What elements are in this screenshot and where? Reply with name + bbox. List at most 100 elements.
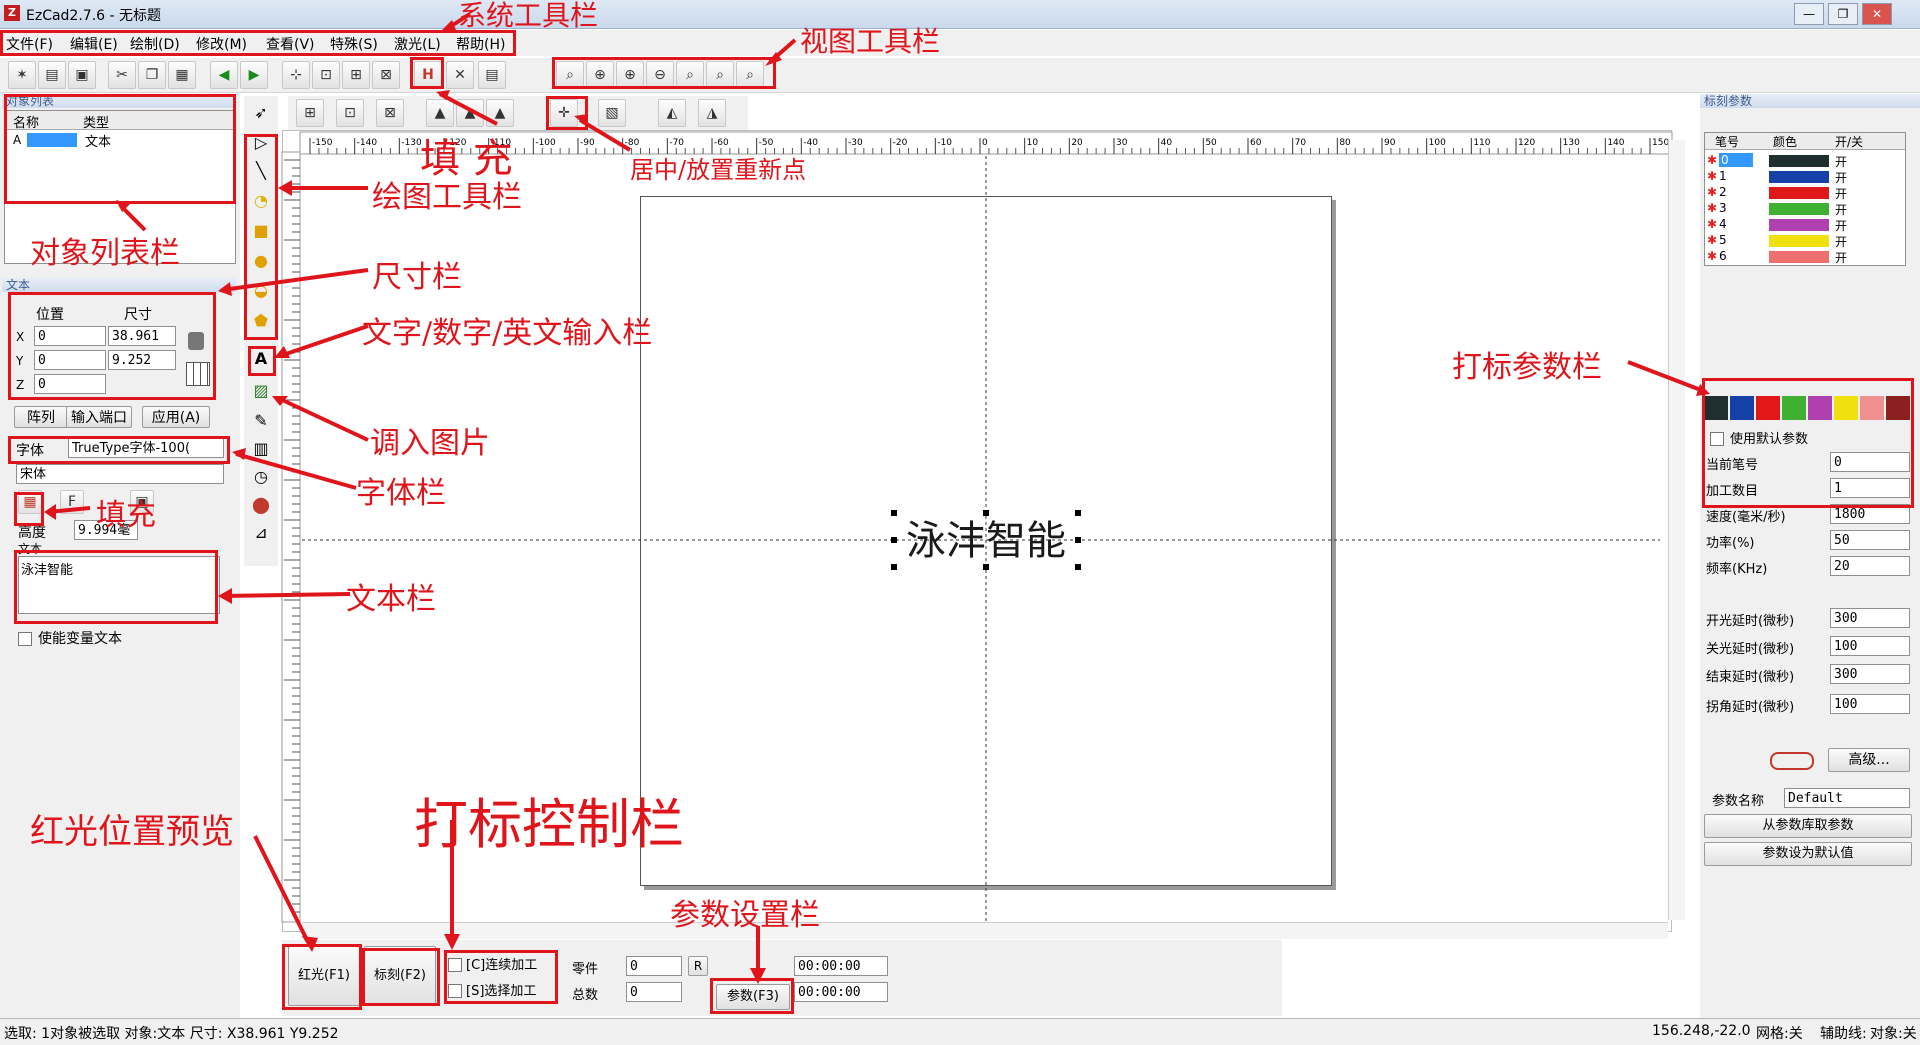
on-delay-field[interactable]: 300 bbox=[1830, 608, 1910, 628]
advanced-button[interactable]: 高级... bbox=[1828, 748, 1910, 772]
pen-number: 6 bbox=[1719, 249, 1727, 263]
mark-params-header: 标刻参数 bbox=[1700, 94, 1920, 108]
ann-box-font bbox=[8, 436, 230, 464]
copy-icon[interactable]: ❐ bbox=[138, 61, 166, 89]
total-field[interactable]: 0 bbox=[626, 982, 682, 1002]
status-bar: 选取: 1对象被选取 对象:文本 尺寸: X38.961 Y9.252 156.… bbox=[0, 1018, 1920, 1045]
pen-star-icon: ✱ bbox=[1707, 249, 1718, 263]
lock2-icon[interactable]: ▲ bbox=[456, 99, 484, 127]
pen-color bbox=[1769, 171, 1829, 183]
pen-row[interactable]: ✱ 1 开 bbox=[1705, 169, 1905, 185]
combine-icon[interactable]: ⊠ bbox=[376, 99, 404, 127]
ann-text-bar: 文本栏 bbox=[346, 582, 436, 617]
set-default-button[interactable]: 参数设为默认值 bbox=[1704, 842, 1912, 866]
pen-star-icon: ✱ bbox=[1707, 217, 1718, 231]
barcode-icon[interactable]: ▥ bbox=[248, 436, 274, 462]
select3-icon[interactable]: ⊞ bbox=[342, 61, 370, 89]
save-icon[interactable]: ▣ bbox=[68, 61, 96, 89]
new-icon[interactable]: ✶ bbox=[8, 61, 36, 89]
close-button[interactable]: ✕ bbox=[1862, 3, 1892, 25]
array-button[interactable]: 阵列 bbox=[14, 406, 68, 428]
pen-row[interactable]: ✱ 5 开 bbox=[1705, 233, 1905, 249]
system-toolbar: ✶ ▤ ▣ ✂ ❐ ▦ ◀ ▶ ⊹ ⊡ ⊞ ⊠ H ✕ ▤ ⌕ ⊕ ⊕ ⊖ ⌕ … bbox=[0, 58, 1920, 93]
timer-icon[interactable]: ◷ bbox=[248, 464, 274, 490]
pen-list[interactable]: 笔号 颜色 开/关 ✱ 0 开 ✱ 1 开 ✱ 2 开 ✱ 3 开 ✱ 4 开 ✱ 5 开 ✱ 6 开 bbox=[1704, 132, 1906, 266]
power-field[interactable]: 50 bbox=[1830, 530, 1910, 550]
pen-row[interactable]: ✱ 6 开 bbox=[1705, 249, 1905, 265]
pen-row[interactable]: ✱ 4 开 bbox=[1705, 217, 1905, 233]
table-icon[interactable]: ▤ bbox=[478, 61, 506, 89]
ann-box-mark bbox=[362, 948, 440, 1006]
pen-color bbox=[1769, 219, 1829, 231]
cut-icon[interactable]: ✂ bbox=[108, 61, 136, 89]
vector-icon[interactable]: ✎ bbox=[248, 408, 274, 434]
pointer-icon[interactable]: ➶ bbox=[248, 100, 274, 126]
total-label: 总数 bbox=[572, 988, 599, 1003]
lock3-icon[interactable]: ▲ bbox=[486, 99, 514, 127]
speed-label: 速度(毫米/秒) bbox=[1706, 510, 1786, 525]
minimize-button[interactable]: — bbox=[1794, 3, 1824, 25]
ann-box-objlist bbox=[4, 94, 236, 204]
from-lib-button[interactable]: 从参数库取参数 bbox=[1704, 814, 1912, 838]
pen-row[interactable]: ✱ 3 开 bbox=[1705, 201, 1905, 217]
vertical-scrollbar[interactable] bbox=[1668, 140, 1685, 920]
pen-color bbox=[1769, 187, 1829, 199]
ann-obj-list: 对象列表栏 bbox=[30, 236, 180, 271]
font-family-select[interactable]: 宋体 bbox=[16, 464, 224, 484]
mirror-h-icon[interactable]: ◭ bbox=[658, 99, 686, 127]
redo-icon[interactable]: ▶ bbox=[240, 61, 268, 89]
time1-field: 00:00:00 bbox=[794, 956, 888, 976]
ann-font-bar: 字体栏 bbox=[356, 476, 446, 511]
horizontal-scrollbar[interactable] bbox=[302, 922, 1668, 939]
pen-star-icon: ✱ bbox=[1707, 201, 1718, 215]
corner-delay-field[interactable]: 100 bbox=[1830, 694, 1910, 714]
io-icon[interactable]: ⬤ bbox=[248, 492, 274, 518]
image-icon[interactable]: ▨ bbox=[248, 378, 274, 404]
ann-center: 居中/放置重新点 bbox=[630, 156, 807, 184]
pen-row[interactable]: ✱ 0 开 bbox=[1705, 153, 1905, 169]
ann-sys-toolbar: 系统工具栏 bbox=[458, 0, 599, 32]
pen-row[interactable]: ✱ 2 开 bbox=[1705, 185, 1905, 201]
canvas-text-object[interactable]: 泳沣智能 bbox=[894, 514, 1078, 568]
col-color: 颜色 bbox=[1773, 135, 1798, 149]
part-field[interactable]: 0 bbox=[626, 956, 682, 976]
ann-box-checks bbox=[444, 950, 558, 1004]
lock-icon[interactable]: ▲ bbox=[426, 99, 454, 127]
reset-button[interactable]: R bbox=[688, 956, 708, 976]
maximize-button[interactable]: ❐ bbox=[1828, 3, 1858, 25]
ungroup-icon[interactable]: ⊡ bbox=[336, 99, 364, 127]
corner-delay-label: 拐角延时(微秒) bbox=[1706, 700, 1795, 715]
off-delay-field[interactable]: 100 bbox=[1830, 636, 1910, 656]
pen-onoff: 开 bbox=[1835, 251, 1848, 265]
apply-button[interactable]: 应用(A) bbox=[142, 406, 210, 428]
ann-box-fill bbox=[14, 492, 44, 526]
part-label: 零件 bbox=[572, 962, 599, 977]
undo-icon[interactable]: ◀ bbox=[210, 61, 238, 89]
group-icon[interactable]: ⊞ bbox=[296, 99, 324, 127]
var-text-checkbox[interactable] bbox=[18, 632, 32, 646]
ann-import-img: 调入图片 bbox=[370, 426, 490, 461]
window-title: EzCad2.7.6 - 无标题 bbox=[26, 8, 162, 24]
output-icon[interactable]: ⊿ bbox=[248, 520, 274, 546]
pen-number: 5 bbox=[1719, 233, 1727, 247]
freq-field[interactable]: 20 bbox=[1830, 556, 1910, 576]
pen-number: 4 bbox=[1719, 217, 1727, 231]
ann-mark-param: 打标参数栏 bbox=[1452, 350, 1602, 385]
link-icon bbox=[1770, 752, 1814, 770]
pen-color bbox=[1769, 235, 1829, 247]
paste-icon[interactable]: ▦ bbox=[168, 61, 196, 89]
select-icon[interactable]: ⊹ bbox=[282, 61, 310, 89]
right-panel: 标刻参数 笔号 颜色 开/关 ✱ 0 开 ✱ 1 开 ✱ 2 开 ✱ 3 开 ✱ 4 开 ✱ 5 开 ✱ 6 开 使用默… bbox=[1700, 94, 1920, 1019]
ann-box-view bbox=[552, 57, 776, 89]
pen-color bbox=[1769, 251, 1829, 263]
end-delay-field[interactable]: 300 bbox=[1830, 664, 1910, 684]
select4-icon[interactable]: ⊠ bbox=[372, 61, 400, 89]
param-name-field[interactable]: Default bbox=[1784, 788, 1910, 808]
tools-icon[interactable]: ✕ bbox=[446, 61, 474, 89]
mirror-v-icon[interactable]: ◮ bbox=[698, 99, 726, 127]
font-icon[interactable]: F bbox=[60, 490, 84, 514]
select2-icon[interactable]: ⊡ bbox=[312, 61, 340, 89]
layer-icon[interactable]: ▧ bbox=[598, 99, 626, 127]
input-port-button[interactable]: 输入端口 bbox=[66, 406, 132, 428]
open-icon[interactable]: ▤ bbox=[38, 61, 66, 89]
